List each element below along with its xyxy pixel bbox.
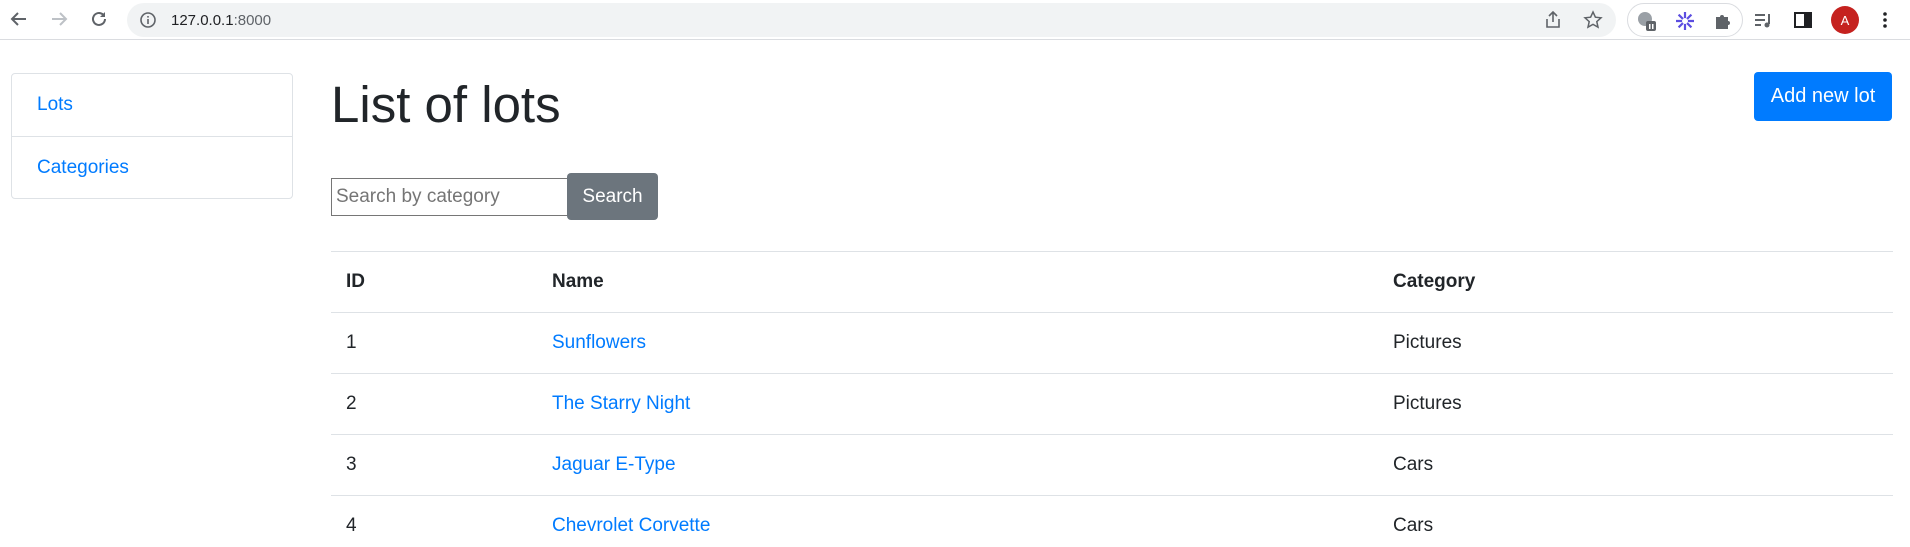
back-icon[interactable] — [6, 6, 32, 32]
column-header-category: Category — [1393, 251, 1893, 313]
cell-category: Pictures — [1393, 312, 1893, 374]
reading-list-icon[interactable] — [1752, 9, 1774, 31]
lot-name-link[interactable]: Jaguar E-Type — [552, 454, 676, 475]
cell-id: 3 — [331, 434, 552, 496]
cell-category: Cars — [1393, 434, 1893, 496]
page-title: List of lots — [331, 76, 561, 133]
extensions-puzzle-icon[interactable] — [1712, 10, 1734, 32]
lots-table: ID Name Category 1 Sunflowers Pictures 2… — [331, 251, 1893, 547]
menu-kebab-icon[interactable] — [1874, 9, 1896, 31]
table-row: 2 The Starry Night Pictures — [331, 373, 1893, 435]
address-bar[interactable]: 127.0.0.1:8000 — [127, 3, 1616, 37]
share-icon[interactable] — [1543, 10, 1563, 30]
lot-name-link[interactable]: The Starry Night — [552, 393, 690, 414]
lot-name-link[interactable]: Chevrolet Corvette — [552, 515, 710, 536]
lot-name-link[interactable]: Sunflowers — [552, 332, 646, 353]
browser-toolbar: 127.0.0.1:8000 A — [0, 0, 1910, 40]
cell-id: 1 — [331, 312, 552, 374]
site-info-icon[interactable] — [139, 11, 157, 29]
extensions-pill — [1627, 3, 1743, 37]
table-header-row: ID Name Category — [331, 251, 1893, 313]
column-header-id: ID — [331, 251, 552, 313]
add-new-lot-button[interactable]: Add new lot — [1754, 72, 1892, 121]
url-port: :8000 — [233, 12, 272, 29]
cell-category: Cars — [1393, 495, 1893, 547]
bookmark-star-icon[interactable] — [1583, 10, 1603, 30]
table-row: 3 Jaguar E-Type Cars — [331, 434, 1893, 496]
url-text: 127.0.0.1:8000 — [171, 12, 271, 29]
table-row: 1 Sunflowers Pictures — [331, 312, 1893, 374]
search-button[interactable]: Search — [567, 173, 658, 220]
translate-extension-icon[interactable] — [1636, 10, 1658, 32]
cell-id: 4 — [331, 495, 552, 547]
column-header-name: Name — [552, 251, 1393, 313]
table-row: 4 Chevrolet Corvette Cars — [331, 495, 1893, 547]
sidebar-nav: Lots Categories — [11, 73, 293, 199]
url-host: 127.0.0.1 — [171, 12, 234, 29]
search-category-input[interactable] — [331, 178, 568, 216]
reload-icon[interactable] — [86, 6, 112, 32]
side-panel-icon[interactable] — [1792, 9, 1814, 31]
forward-icon[interactable] — [46, 6, 72, 32]
cell-category: Pictures — [1393, 373, 1893, 435]
sparkle-extension-icon[interactable] — [1674, 10, 1696, 32]
profile-avatar[interactable]: A — [1831, 6, 1859, 34]
sidebar-item-categories[interactable]: Categories — [12, 136, 292, 198]
sidebar-item-lots[interactable]: Lots — [12, 74, 292, 136]
cell-id: 2 — [331, 373, 552, 435]
